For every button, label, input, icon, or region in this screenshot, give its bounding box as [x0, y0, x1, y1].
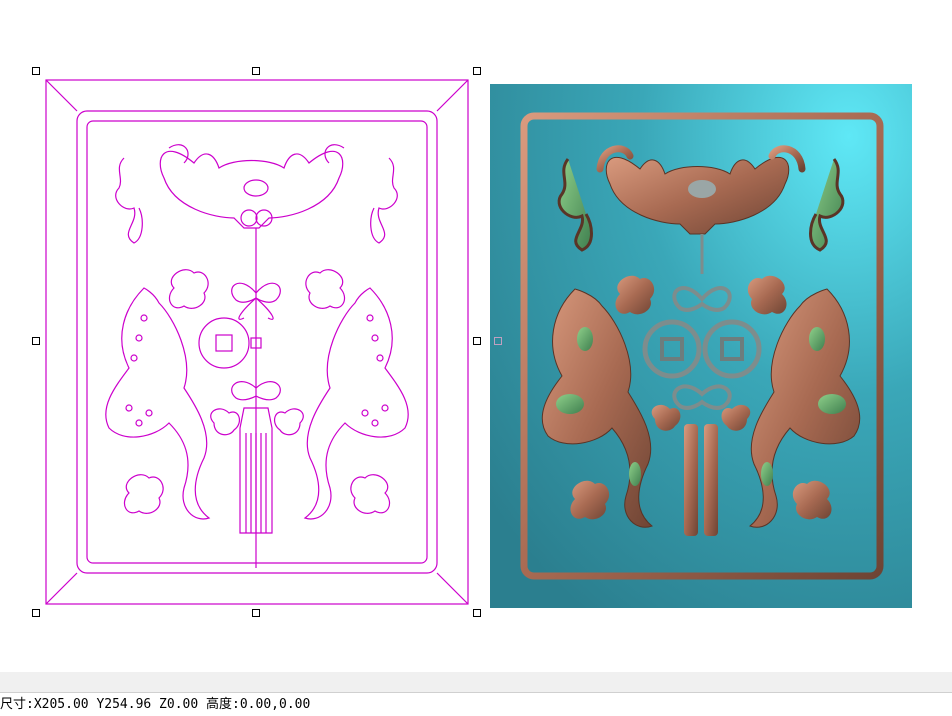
selection-handle-top-left[interactable] [32, 67, 40, 75]
design-canvas[interactable] [0, 0, 952, 672]
height-label: 高度: [206, 697, 240, 712]
selection-handle-bottom-right[interactable] [473, 609, 481, 617]
selection-handle-ghost [494, 337, 502, 345]
relief-render-preview[interactable] [490, 84, 912, 608]
selection-handle-middle-left[interactable] [32, 337, 40, 345]
horizontal-scroll-strip[interactable] [0, 672, 952, 693]
vector-wireframe-drawing[interactable] [44, 78, 470, 608]
size-label: 尺寸: [0, 697, 34, 712]
selection-handle-top-center[interactable] [252, 67, 260, 75]
selection-handle-bottom-left[interactable] [32, 609, 40, 617]
coordinate-readout: X205.00 Y254.96 Z0.00 [33, 697, 199, 712]
selection-handle-bottom-center[interactable] [252, 609, 260, 617]
height-value: 0.00,0.00 [239, 697, 311, 712]
selection-handle-top-right[interactable] [473, 67, 481, 75]
status-bar: 尺寸:X205.00 Y254.96 Z0.00 高度:0.00,0.00 [0, 693, 952, 716]
selection-handle-middle-right[interactable] [473, 337, 481, 345]
